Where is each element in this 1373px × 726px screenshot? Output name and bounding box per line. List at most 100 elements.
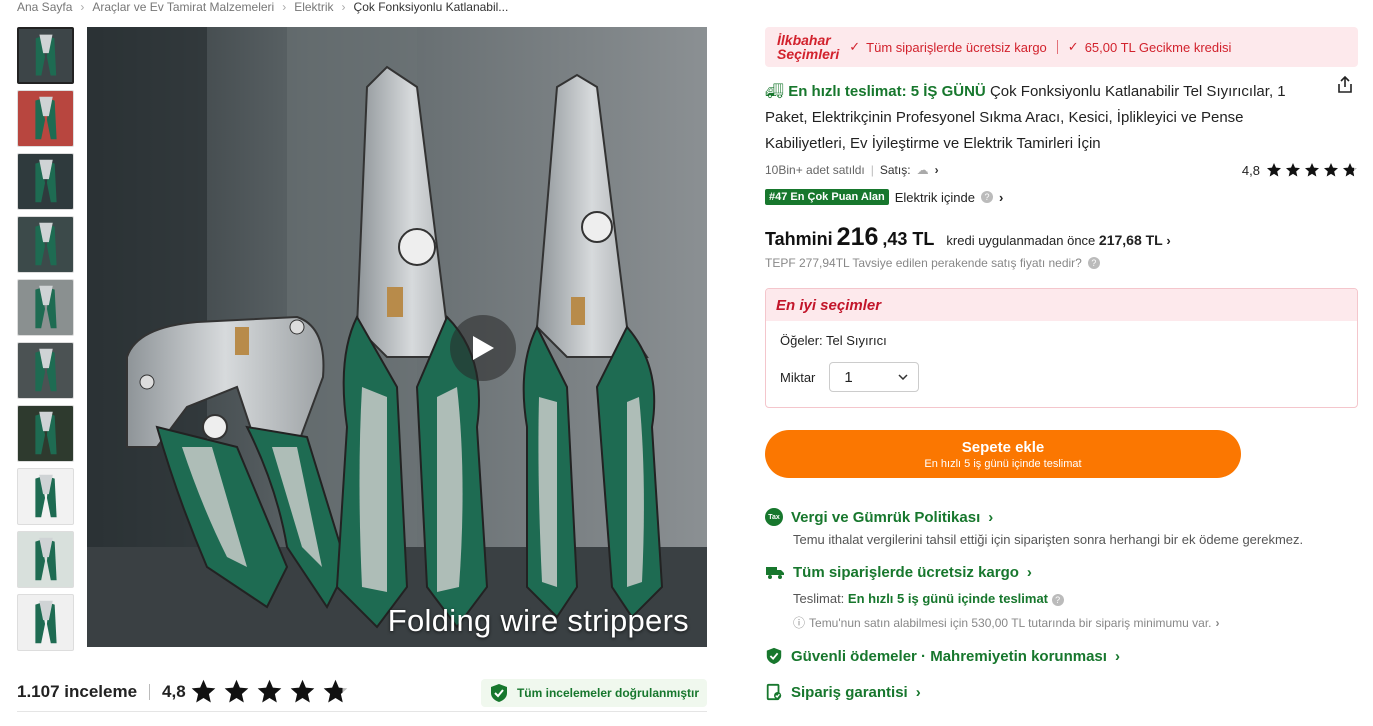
verified-reviews-badge[interactable]: Tüm incelemeler doğrulanmıştır (480, 679, 707, 707)
delivery-label: Teslimat: (793, 591, 845, 606)
thumbnail-image (18, 469, 73, 524)
price-before-label: kredi uygulanmadan önce (946, 233, 1096, 248)
order-guarantee-title: Sipariş garantisi (791, 683, 908, 701)
truck-icon (766, 567, 784, 579)
tool-thumbnail-icon (35, 285, 57, 329)
quantity-select[interactable]: 1 (829, 362, 920, 392)
wire-stripper-illustration (87, 27, 707, 647)
free-shipping-title: Tüm siparişlerde ücretsiz kargo (793, 563, 1019, 581)
thumbnail-image (18, 343, 73, 398)
star-icon (1305, 163, 1319, 177)
thumbnail-list (17, 27, 74, 657)
thumbnail[interactable] (17, 216, 74, 273)
delivery-row: Teslimat: En hızlı 5 iş günü içinde tesl… (793, 591, 1358, 606)
thumbnail[interactable] (17, 279, 74, 336)
thumbnail[interactable] (17, 153, 74, 210)
thumbnail-image (18, 595, 73, 650)
quantity-label: Miktar (780, 369, 816, 385)
delivery-value: En hızlı 5 iş günü içinde teslimat (847, 591, 1049, 606)
secure-payment-link[interactable]: Güvenli ödemeler · Mahremiyetin korunmas… (765, 645, 1358, 667)
product-stars[interactable] (1266, 162, 1358, 178)
add-to-cart-label: Sepete ekle (961, 438, 1045, 456)
thumbnail-image (18, 217, 73, 272)
breadcrumb-subcategory[interactable]: Elektrik (294, 0, 333, 14)
promo-logo-line1: İlkbahar (777, 32, 831, 48)
reviews-bar: 1.107 inceleme 4,8 Tüm incelemeler doğru… (17, 672, 707, 712)
best-choices-heading: En iyi seçimler (766, 289, 1357, 321)
star-icon (290, 679, 314, 703)
tool-thumbnail-icon (35, 600, 57, 644)
breadcrumb-category[interactable]: Araçlar ve Ev Tamirat Malzemeleri (92, 0, 274, 14)
secure-payment-title: Güvenli ödemeler · Mahremiyetin korunmas… (791, 647, 1107, 665)
seller-label[interactable]: Satış: (880, 163, 911, 177)
rank-category: Elektrik içinde (894, 189, 975, 205)
product-title: 🚚︎ En hızlı teslimat: 5 İŞ GÜNÜ Çok Fonk… (765, 79, 1310, 157)
tax-icon: Tax (765, 508, 783, 526)
star-icon (1286, 163, 1300, 177)
shield-check-icon (490, 684, 507, 702)
chevron-right-icon: › (915, 683, 921, 701)
tool-thumbnail-icon (35, 474, 57, 518)
star-icon (191, 679, 215, 703)
chevron-right-icon: › (1114, 647, 1120, 665)
tax-policy-link[interactable]: Tax Vergi ve Gümrük Politikası › (765, 506, 1358, 528)
rrp-row[interactable]: TEPF 277,94TL Tavsiye edilen perakende s… (765, 256, 1358, 270)
thumbnail[interactable] (17, 468, 74, 525)
divider: | (870, 163, 874, 177)
share-icon[interactable] (1335, 75, 1355, 95)
chevron-right-icon: › (1166, 233, 1171, 248)
play-icon (473, 336, 494, 360)
sales-row: 10Bin+ adet satıldı | Satış: ☁ › 4,8 (765, 161, 1358, 179)
truck-icon: 🚚︎ (765, 83, 785, 100)
quantity-value: 1 (844, 368, 853, 386)
thumbnail[interactable] (17, 90, 74, 147)
star-icon (257, 679, 281, 703)
order-guarantee-link[interactable]: Sipariş garantisi › (765, 681, 1358, 703)
price-before-value: 217,68 TL (1098, 232, 1163, 248)
product-rating: 4,8 (1241, 162, 1260, 178)
question-icon[interactable]: ? (1051, 594, 1064, 606)
fastest-delivery-label: En hızlı teslimat: 5 İŞ GÜNÜ (788, 83, 986, 100)
thumbnail[interactable] (17, 27, 74, 84)
tool-thumbnail-icon (35, 34, 57, 76)
promo-credit: 65,00 TL Gecikme kredisi (1084, 39, 1232, 55)
chevron-right-icon: › (998, 189, 1004, 205)
thumbnail[interactable] (17, 531, 74, 588)
breadcrumb-home[interactable]: Ana Sayfa (17, 0, 72, 14)
reviews-stars (190, 678, 349, 705)
seller-cloud-icon[interactable]: ☁ (917, 163, 929, 177)
video-play-button[interactable] (450, 315, 516, 381)
guarantee-icon (766, 683, 782, 701)
thumbnail-image (18, 154, 73, 209)
minimum-order-note[interactable]: ⓘ Temu'nun satın alabilmesi için 530,00 … (793, 614, 1358, 631)
thumbnail[interactable] (17, 594, 74, 651)
add-to-cart-button[interactable]: Sepete ekle En hızlı 5 iş günü içinde te… (765, 430, 1241, 478)
question-icon: ? (980, 191, 993, 203)
thumbnail-image (18, 91, 73, 146)
rrp-text: TEPF 277,94TL Tavsiye edilen perakende s… (765, 256, 1082, 270)
reviews-count[interactable]: 1.107 inceleme (17, 682, 137, 702)
thumbnail-image (18, 532, 73, 587)
tool-thumbnail-icon (35, 222, 57, 266)
chevron-down-icon (898, 374, 908, 380)
rank-row[interactable]: #47 En Çok Puan Alan Elektrik içinde ? › (765, 189, 1358, 205)
star-icon (224, 679, 248, 703)
breadcrumb-separator: › (80, 0, 85, 14)
shield-check-icon (766, 647, 782, 665)
free-shipping-link[interactable]: Tüm siparişlerde ücretsiz kargo › (765, 561, 1358, 583)
thumbnail-image (19, 29, 72, 82)
tax-policy-text: Temu ithalat vergilerini tahsil ettiği i… (793, 532, 1304, 547)
promo-logo: İlkbahar Seçimleri (777, 33, 839, 61)
main-product-image[interactable]: Folding wire strippers (87, 27, 707, 647)
price-row: Tahmini 216,43 TL kredi uygulanmadan önc… (765, 223, 1358, 252)
product-info-panel: İlkbahar Seçimleri ✓ Tüm siparişlerde üc… (765, 27, 1358, 703)
price-label: Tahmini (765, 229, 833, 249)
tool-thumbnail-icon (35, 159, 57, 203)
price-before-credit[interactable]: kredi uygulanmadan önce 217,68 TL › (946, 232, 1170, 248)
price-decimal: ,43 TL (882, 229, 935, 249)
add-to-cart-sub: En hızlı 5 iş günü içinde teslimat (924, 457, 1082, 470)
price-integer: 216 (836, 223, 879, 251)
promo-free-shipping: Tüm siparişlerde ücretsiz kargo (866, 39, 1047, 55)
thumbnail[interactable] (17, 342, 74, 399)
thumbnail[interactable] (17, 405, 74, 462)
